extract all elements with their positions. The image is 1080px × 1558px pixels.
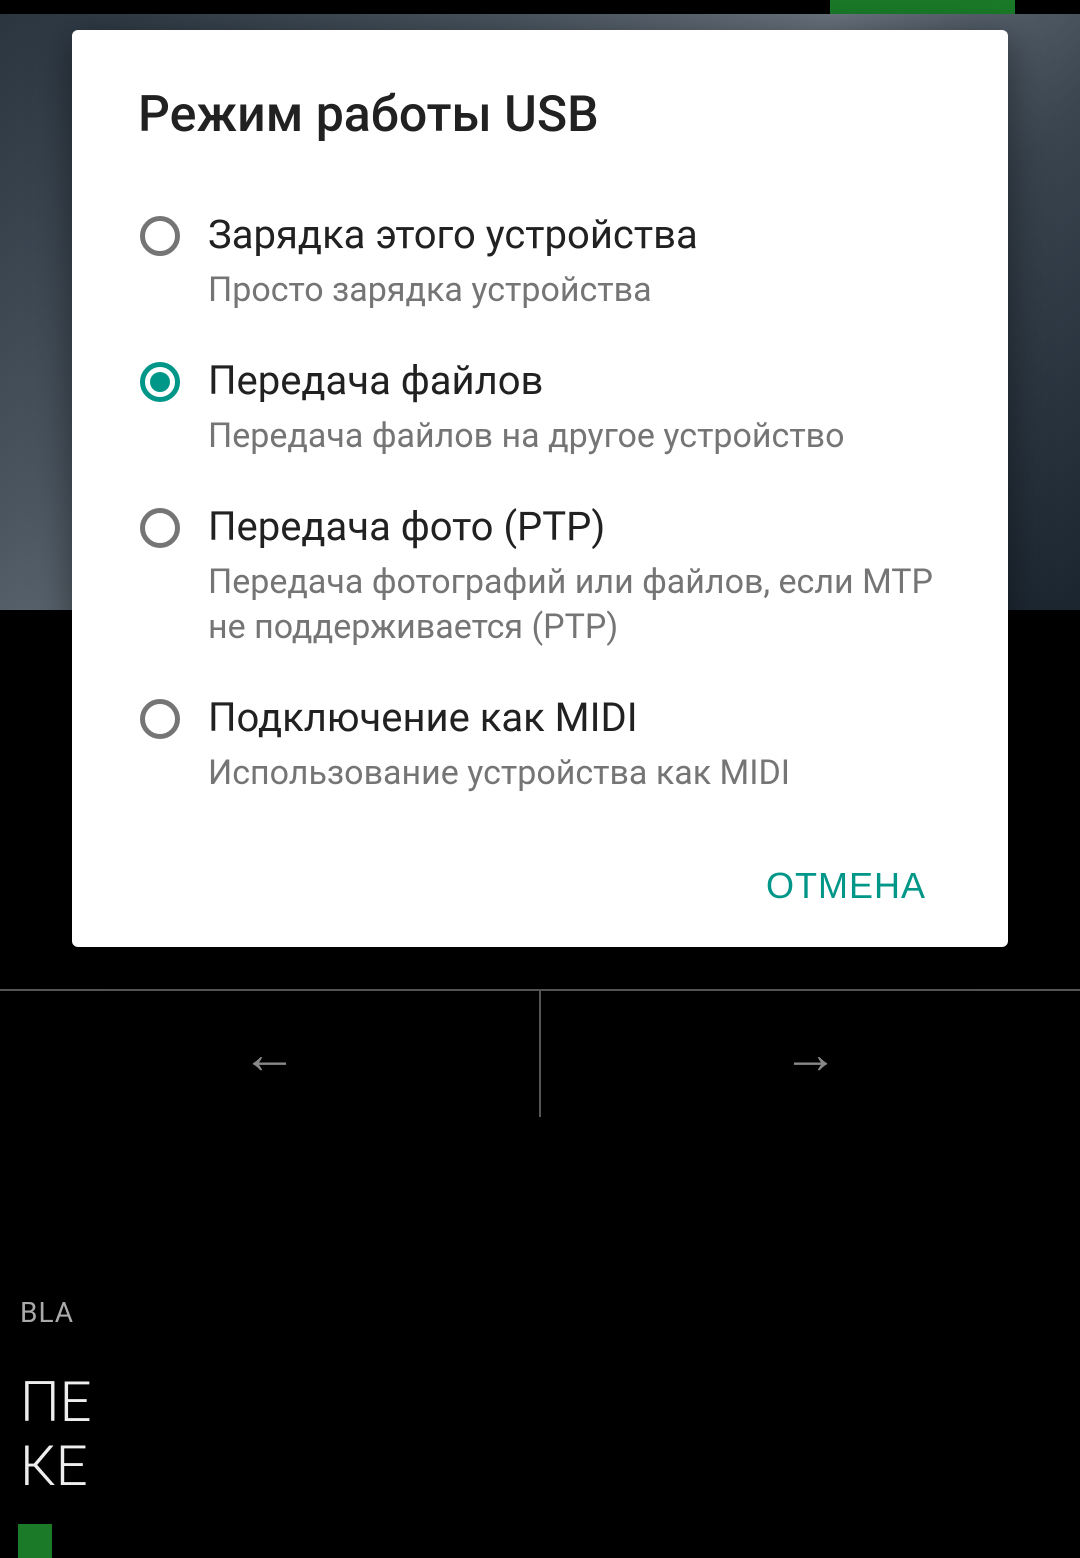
radio-icon <box>140 362 180 402</box>
option-label: Передача фото (PTP) <box>208 502 940 552</box>
option-text-block: Зарядка этого устройства Просто зарядка … <box>208 210 940 312</box>
dialog-actions: ОТМЕНА <box>132 853 948 919</box>
radio-icon <box>140 699 180 739</box>
option-desc: Использование устройства как MIDI <box>208 751 940 795</box>
option-file-transfer[interactable]: Передача файлов Передача файлов на друго… <box>132 334 948 480</box>
bg-accent-square <box>18 1524 52 1558</box>
cancel-button[interactable]: ОТМЕНА <box>750 853 942 919</box>
dialog-title: Режим работы USB <box>132 86 948 144</box>
top-accent-bar <box>830 0 1015 14</box>
option-charge[interactable]: Зарядка этого устройства Просто зарядка … <box>132 188 948 334</box>
option-text-block: Передача файлов Передача файлов на друго… <box>208 356 940 458</box>
option-desc: Просто зарядка устройства <box>208 268 940 312</box>
option-midi[interactable]: Подключение как MIDI Использование устро… <box>132 671 948 817</box>
option-label: Зарядка этого устройства <box>208 210 940 260</box>
bottom-nav: ← → <box>0 989 1080 1117</box>
option-desc: Передача файлов на другое устройство <box>208 414 940 458</box>
radio-icon <box>140 216 180 256</box>
arrow-right-icon: → <box>783 1021 839 1087</box>
option-label: Передача файлов <box>208 356 940 406</box>
option-desc: Передача фотографий или файлов, если MTP… <box>208 560 940 648</box>
nav-forward-button[interactable]: → <box>541 991 1080 1117</box>
option-text-block: Передача фото (PTP) Передача фотографий … <box>208 502 940 648</box>
option-list: Зарядка этого устройства Просто зарядка … <box>132 188 948 817</box>
option-ptp[interactable]: Передача фото (PTP) Передача фотографий … <box>132 480 948 670</box>
option-text-block: Подключение как MIDI Использование устро… <box>208 693 940 795</box>
bg-tag-text: BLA <box>20 1296 74 1329</box>
usb-mode-dialog: Режим работы USB Зарядка этого устройств… <box>72 30 1008 947</box>
radio-icon <box>140 508 180 548</box>
bg-heading: ПЕ КЕ <box>20 1370 92 1499</box>
nav-back-button[interactable]: ← <box>0 991 541 1117</box>
arrow-left-icon: ← <box>242 1021 298 1087</box>
option-label: Подключение как MIDI <box>208 693 940 743</box>
